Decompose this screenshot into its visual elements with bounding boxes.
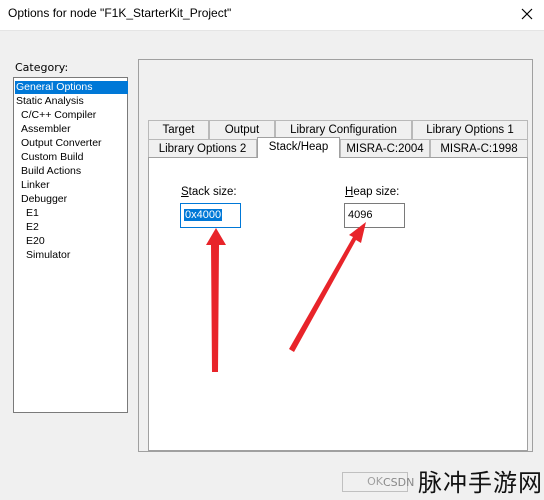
tree-item-build-actions[interactable]: Build Actions	[21, 165, 81, 178]
heap-size-input[interactable]: 4096	[344, 203, 405, 228]
stack-size-label-text: tack size:	[188, 186, 237, 198]
stack-size-value: 0x4000	[184, 209, 223, 221]
stack-size-accelerator: S	[181, 186, 189, 198]
tree-item-e20[interactable]: E20	[26, 235, 45, 248]
watermark-csdn: CSDN	[383, 476, 415, 489]
tab-library-options-1[interactable]: Library Options 1	[412, 120, 528, 139]
tree-item-e1[interactable]: E1	[26, 207, 39, 220]
tree-item-output-converter[interactable]: Output Converter	[21, 137, 102, 150]
title-bar: Options for node "F1K_StarterKit_Project…	[0, 0, 544, 31]
tree-item-debugger[interactable]: Debugger	[21, 193, 67, 206]
tree-item-c-compiler[interactable]: C/C++ Compiler	[21, 109, 96, 122]
heap-size-value: 4096	[348, 209, 373, 221]
tree-item-assembler[interactable]: Assembler	[21, 123, 71, 136]
category-label: Category:	[15, 61, 69, 74]
tree-item-linker[interactable]: Linker	[21, 179, 50, 192]
stack-heap-panel	[148, 157, 528, 451]
tab-library-options-2[interactable]: Library Options 2	[148, 139, 257, 158]
tree-item-static-analysis[interactable]: Static Analysis	[16, 95, 84, 108]
tree-item-simulator[interactable]: Simulator	[26, 249, 70, 262]
stack-size-label: Stack size:	[181, 186, 237, 198]
window-title: Options for node "F1K_StarterKit_Project…	[8, 6, 232, 20]
watermark-text: 脉冲手游网	[418, 469, 543, 497]
tab-stack-heap[interactable]: Stack/Heap	[257, 137, 340, 158]
tab-misra-c-2004[interactable]: MISRA-C:2004	[340, 139, 430, 158]
close-icon[interactable]	[510, 0, 544, 28]
tab-misra-c-1998[interactable]: MISRA-C:1998	[430, 139, 528, 158]
tab-target[interactable]: Target	[148, 120, 209, 139]
stack-size-input[interactable]: 0x4000	[180, 203, 241, 228]
heap-size-label-text: eap size:	[353, 186, 400, 198]
tree-item-general-options[interactable]: General Options	[15, 81, 128, 94]
heap-size-label: Heap size:	[345, 186, 399, 198]
tree-item-custom-build[interactable]: Custom Build	[21, 151, 83, 164]
category-tree[interactable]: General Options Static Analysis C/C++ Co…	[13, 77, 128, 413]
tree-item-e2[interactable]: E2	[26, 221, 39, 234]
